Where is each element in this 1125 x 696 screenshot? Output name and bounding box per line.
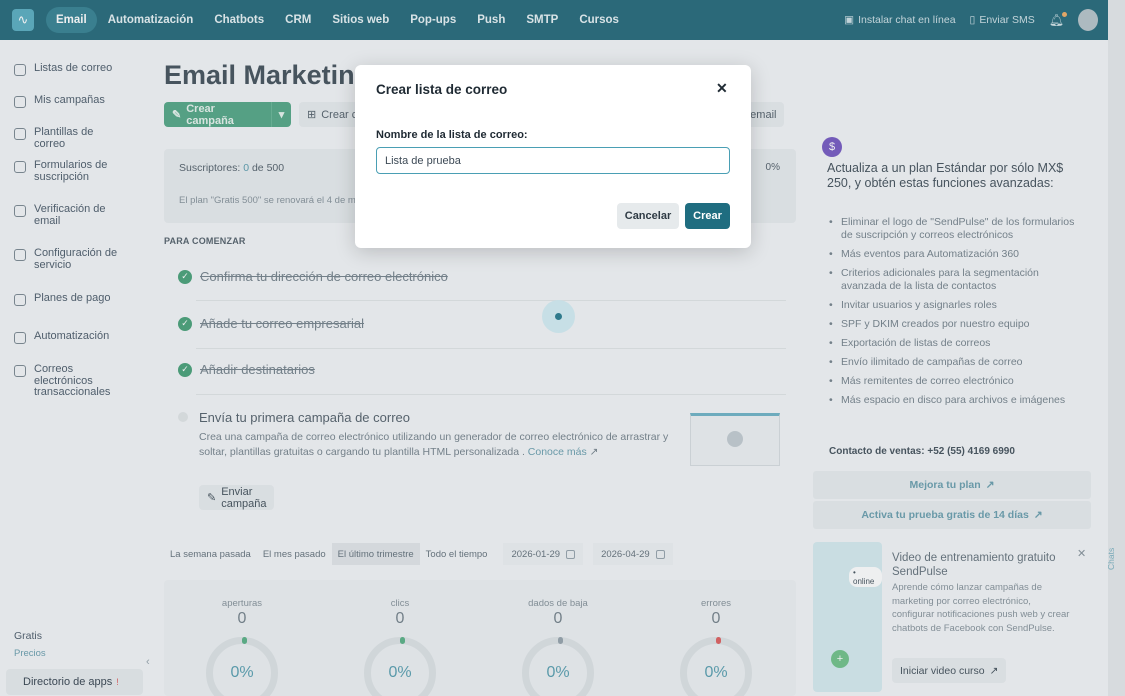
loading-spinner bbox=[542, 300, 575, 333]
close-icon[interactable]: ✕ bbox=[716, 80, 728, 97]
create-button[interactable]: Crear bbox=[685, 203, 730, 229]
cancel-button[interactable]: Cancelar bbox=[617, 203, 679, 229]
create-list-dialog: Crear lista de correo ✕ Nombre de la lis… bbox=[355, 65, 751, 248]
list-name-input[interactable] bbox=[376, 147, 730, 174]
dialog-title: Crear lista de correo bbox=[376, 82, 508, 97]
list-name-label: Nombre de la lista de correo: bbox=[376, 129, 528, 141]
spinner-dot bbox=[555, 313, 562, 320]
